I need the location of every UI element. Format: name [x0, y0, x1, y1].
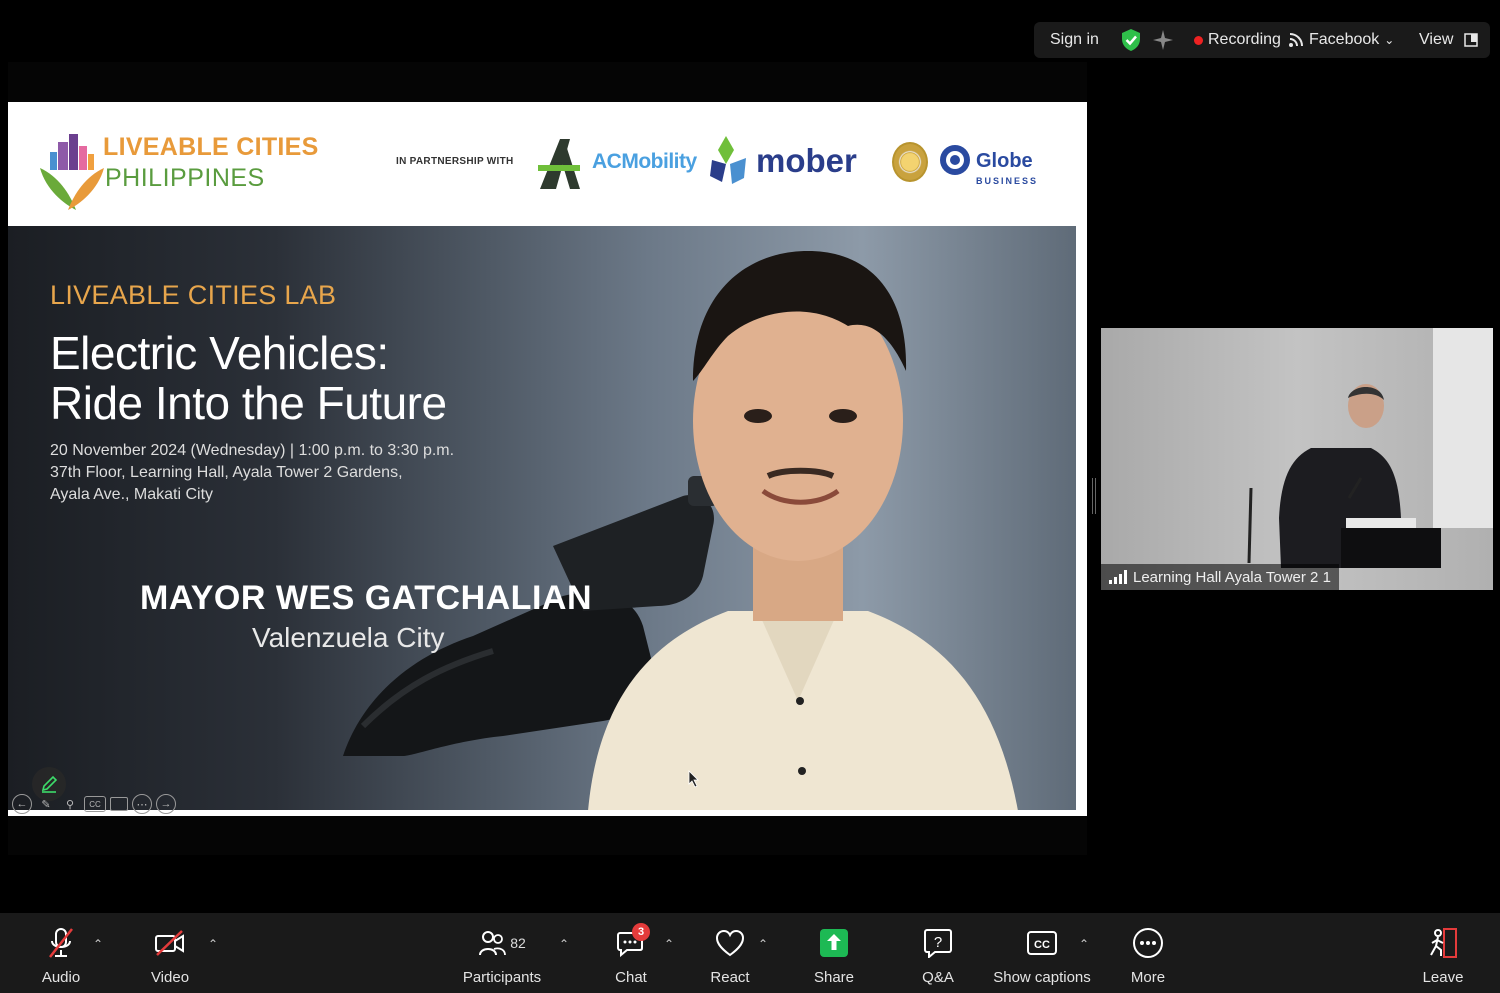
participants-icon: 82: [467, 927, 537, 959]
sign-in-label: Sign in: [1050, 31, 1099, 48]
share-button[interactable]: Share: [809, 913, 859, 993]
audio-button[interactable]: Audio: [36, 913, 86, 993]
meeting-top-bar: Sign in Recording Facebook ⌄ View: [1034, 22, 1490, 58]
chevron-down-icon: ⌄: [1384, 33, 1395, 47]
share-screen-icon: [817, 927, 851, 959]
audio-options-caret-icon[interactable]: ⌃: [93, 937, 103, 951]
participants-label: Participants: [462, 969, 542, 986]
recording-dot-icon: [1194, 35, 1203, 45]
qa-icon: ?: [921, 927, 955, 959]
video-label: Video: [150, 969, 190, 986]
chat-bubble-icon: 3: [614, 923, 650, 959]
chat-unread-badge: 3: [632, 923, 650, 941]
svg-text:CC: CC: [1034, 939, 1050, 951]
slide-lab-title: LIVEABLE CITIES LAB: [50, 280, 337, 310]
partner-acmobility: ACMobility: [592, 150, 697, 173]
share-label: Share: [813, 969, 855, 986]
chat-button[interactable]: 3 Chat: [606, 913, 656, 993]
participant-video-tile[interactable]: Learning Hall Ayala Tower 2 1: [1101, 328, 1493, 590]
participant-name-label: Learning Hall Ayala Tower 2 1: [1101, 564, 1339, 590]
acmobility-logo-icon: [538, 139, 580, 189]
participants-button[interactable]: 82 Participants: [460, 913, 544, 993]
leave-exit-icon: [1426, 927, 1460, 959]
show-captions-button[interactable]: CC Show captions: [992, 913, 1092, 993]
view-button[interactable]: View: [1419, 22, 1479, 58]
recording-label: Recording: [1208, 31, 1281, 48]
react-label: React: [710, 969, 750, 986]
org-name-line1: LIVEABLE CITIES: [103, 133, 319, 161]
audio-label: Audio: [41, 969, 81, 986]
video-button[interactable]: Video: [145, 913, 195, 993]
liveable-cities-logo-icon: [40, 134, 104, 210]
chat-label: Chat: [615, 969, 647, 986]
participants-options-caret-icon[interactable]: ⌃: [559, 937, 569, 951]
livestream-icon: [1289, 33, 1303, 47]
slide-header: LIVEABLE CITIES PHILIPPINES IN PARTNERSH…: [8, 102, 1087, 226]
ai-companion-sparkle-icon[interactable]: [1152, 22, 1174, 58]
view-layout-icon: [1464, 33, 1479, 47]
event-venue-line1: 37th Floor, Learning Hall, Ayala Tower 2…: [50, 464, 403, 481]
speaker-at-podium-image: [1247, 384, 1441, 568]
mouse-cursor-icon: [688, 770, 699, 788]
more-button[interactable]: More: [1123, 913, 1173, 993]
mic-muted-icon: [44, 927, 78, 959]
globe-logo-icon: [940, 145, 970, 175]
more-label: More: [1130, 969, 1166, 986]
partner-globe: Globe: [976, 150, 1033, 172]
svg-text:?: ?: [934, 934, 942, 951]
video-off-icon: [153, 927, 187, 959]
speaker-city: Valenzuela City: [252, 622, 445, 653]
react-button[interactable]: React: [705, 913, 755, 993]
slide-title-line1: Electric Vehicles:: [50, 327, 389, 379]
connection-signal-icon: [1109, 570, 1127, 584]
event-date-time: 20 November 2024 (Wednesday) | 1:00 p.m.…: [50, 442, 455, 459]
react-options-caret-icon[interactable]: ⌃: [758, 937, 768, 951]
partner-globe-business: BUSINESS: [976, 176, 1039, 186]
more-options-icon[interactable]: ⋯: [132, 794, 152, 814]
participant-count: 82: [510, 935, 526, 951]
panel-resize-handle[interactable]: [1092, 478, 1096, 514]
heart-icon: [713, 927, 747, 959]
livestream-facebook-button[interactable]: Facebook ⌄: [1288, 22, 1394, 58]
next-slide-icon[interactable]: →: [156, 794, 176, 814]
partnership-label: IN PARTNERSHIP WITH: [396, 156, 514, 167]
speaker-portrait-image: [588, 251, 1018, 810]
camera-toggle-icon[interactable]: [110, 797, 128, 811]
mober-logo-icon: [710, 136, 746, 184]
projection-screen-image: [1433, 328, 1493, 528]
meeting-controls-toolbar: Audio ⌃ Video ⌃ 82 Participants ⌃ 3 Chat…: [0, 913, 1500, 993]
recording-indicator[interactable]: Recording: [1194, 22, 1281, 58]
previous-slide-icon[interactable]: ←: [12, 794, 32, 814]
view-label: View: [1419, 31, 1454, 48]
government-seal-icon: [892, 142, 928, 182]
closed-captions-icon: CC: [1025, 927, 1059, 959]
facebook-label: Facebook: [1309, 31, 1380, 48]
qa-button[interactable]: ? Q&A: [913, 913, 963, 993]
slide-title-line2: Ride Into the Future: [50, 377, 447, 429]
chat-options-caret-icon[interactable]: ⌃: [664, 937, 674, 951]
presentation-slide: LIVEABLE CITIES PHILIPPINES IN PARTNERSH…: [8, 102, 1087, 816]
speaker-name: MAYOR WES GATCHALIAN: [140, 579, 592, 617]
captions-label: Show captions: [993, 969, 1091, 986]
captions-options-caret-icon[interactable]: ⌃: [1079, 937, 1089, 951]
leave-button[interactable]: Leave: [1418, 913, 1468, 993]
subtitles-cc-icon[interactable]: CC: [84, 796, 106, 812]
pen-tool-icon[interactable]: ✎: [36, 794, 56, 814]
slideshow-controls: ← ✎ ⚲ CC ⋯ →: [12, 792, 176, 816]
video-options-caret-icon[interactable]: ⌃: [208, 937, 218, 951]
shared-screen: LIVEABLE CITIES PHILIPPINES IN PARTNERSH…: [8, 62, 1087, 855]
qa-label: Q&A: [922, 969, 954, 986]
sign-in-button[interactable]: Sign in: [1050, 22, 1099, 58]
participant-name: Learning Hall Ayala Tower 2 1: [1133, 568, 1331, 586]
pencil-icon: [41, 775, 58, 793]
org-name-line2: PHILIPPINES: [105, 164, 265, 192]
partner-mober: mober: [756, 142, 857, 179]
slide-background-photo: LIVEABLE CITIES LAB Electric Vehicles: R…: [8, 226, 1076, 810]
event-venue-line2: Ayala Ave., Makati City: [50, 486, 214, 503]
more-ellipsis-icon: [1131, 927, 1165, 959]
security-shield-icon[interactable]: [1120, 22, 1142, 58]
zoom-icon[interactable]: ⚲: [60, 794, 80, 814]
leave-label: Leave: [1422, 969, 1464, 986]
